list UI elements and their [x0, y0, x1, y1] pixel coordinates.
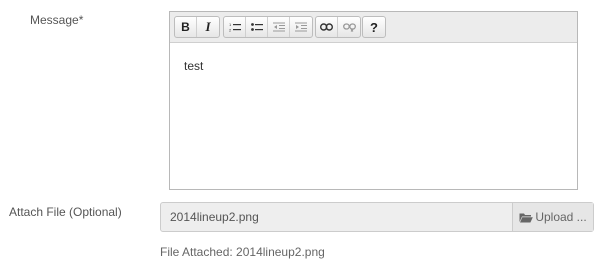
attach-file-label: Attach File (Optional)	[9, 205, 122, 219]
editor-toolbar: B I 1 2 ?	[170, 12, 577, 43]
folder-open-icon	[519, 213, 534, 222]
file-name-input[interactable]: 2014lineup2.png	[161, 203, 512, 231]
file-upload-field: 2014lineup2.png Upload ...	[160, 202, 594, 232]
bullet-list-button[interactable]	[246, 17, 268, 37]
link-group	[315, 16, 361, 38]
unlink-icon	[342, 22, 356, 32]
ordered-list-button[interactable]: 1 2	[224, 17, 246, 37]
unlink-button[interactable]	[338, 17, 360, 37]
outdent-button[interactable]	[268, 17, 290, 37]
upload-button[interactable]: Upload ...	[512, 203, 593, 231]
file-attached-status: File Attached: 2014lineup2.png	[160, 245, 325, 259]
italic-button[interactable]: I	[197, 17, 219, 37]
message-content[interactable]: test	[170, 43, 577, 89]
bold-icon: B	[181, 20, 190, 34]
outdent-icon	[272, 22, 285, 32]
help-group: ?	[362, 16, 386, 38]
help-icon: ?	[370, 19, 378, 35]
link-button[interactable]	[316, 17, 338, 37]
list-indent-group: 1 2	[223, 16, 313, 38]
bold-button[interactable]: B	[175, 17, 197, 37]
italic-icon: I	[205, 19, 211, 34]
upload-label: Upload ...	[535, 210, 587, 224]
svg-text:2: 2	[229, 28, 232, 33]
indent-icon	[295, 22, 307, 32]
link-icon	[320, 23, 333, 31]
format-group: B I	[174, 16, 220, 38]
ordered-list-icon: 1 2	[229, 22, 241, 32]
bullet-list-icon	[250, 23, 263, 31]
indent-button[interactable]	[290, 17, 312, 37]
message-label: Message*	[30, 13, 84, 27]
svg-text:1: 1	[229, 22, 232, 27]
message-editor: B I 1 2 ? test	[169, 11, 578, 190]
help-button[interactable]: ?	[363, 17, 385, 37]
